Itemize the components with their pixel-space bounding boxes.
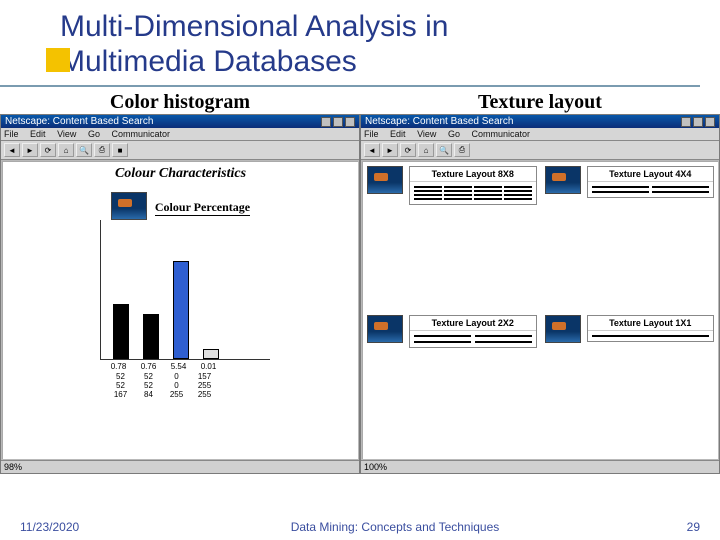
slide-title-2: Multimedia Databases xyxy=(60,45,720,80)
footer-date: 11/23/2020 xyxy=(20,520,140,534)
print-icon[interactable]: ⎙ xyxy=(454,143,470,157)
texture-panel-title-4x4: Texture Layout 4X4 xyxy=(588,167,714,182)
title-underline xyxy=(0,85,700,87)
bar-value-labels: 0.78 0.76 5.54 0.01 xyxy=(108,362,270,371)
search-icon[interactable]: 🔍 xyxy=(76,143,92,157)
minimize-button[interactable] xyxy=(321,117,331,127)
section-label-left: Color histogram xyxy=(0,91,360,114)
app-window-texture-layout: Netscape: Content Based Search File Edit… xyxy=(360,114,720,474)
query-image-thumb xyxy=(545,166,581,194)
forward-icon[interactable]: ► xyxy=(382,143,398,157)
content-heading: Colour Characteristics xyxy=(3,162,358,186)
menu-file[interactable]: File xyxy=(364,129,379,139)
texture-grid-4x4 xyxy=(592,186,710,193)
reload-icon[interactable]: ⟳ xyxy=(40,143,56,157)
texture-panel-title-1x1: Texture Layout 1X1 xyxy=(588,316,714,331)
query-image-thumb xyxy=(367,315,403,343)
page-number: 29 xyxy=(650,520,700,534)
menu-edit[interactable]: Edit xyxy=(30,129,46,139)
texture-panel-title-8x8: Texture Layout 8X8 xyxy=(410,167,536,182)
status-progress: 98% xyxy=(4,462,22,472)
menubar: File Edit View Go Communicator xyxy=(361,128,719,141)
app-window-color-histogram: Netscape: Content Based Search File Edit… xyxy=(0,114,360,474)
forward-icon[interactable]: ► xyxy=(22,143,38,157)
menu-go[interactable]: Go xyxy=(448,129,460,139)
menu-edit[interactable]: Edit xyxy=(390,129,406,139)
color-rgb-table: 52520157 52520255 16784255255 xyxy=(110,372,270,399)
texture-grid-8x8 xyxy=(414,186,532,200)
query-image-thumb xyxy=(367,166,403,194)
slide-title-1: Multi-Dimensional Analysis in xyxy=(60,10,720,45)
texture-grid-1x1 xyxy=(592,335,710,337)
texture-panel-title-2x2: Texture Layout 2X2 xyxy=(410,316,536,331)
minimize-button[interactable] xyxy=(681,117,691,127)
menu-view[interactable]: View xyxy=(57,129,76,139)
footer-caption: Data Mining: Concepts and Techniques xyxy=(140,520,650,534)
home-icon[interactable]: ⌂ xyxy=(58,143,74,157)
bar-1 xyxy=(113,304,129,359)
close-button[interactable] xyxy=(345,117,355,127)
window-title: Netscape: Content Based Search xyxy=(365,116,513,127)
window-title: Netscape: Content Based Search xyxy=(5,116,153,127)
maximize-button[interactable] xyxy=(693,117,703,127)
menu-view[interactable]: View xyxy=(417,129,436,139)
menu-communicator[interactable]: Communicator xyxy=(111,129,170,139)
toolbar: ◄ ► ⟳ ⌂ 🔍 ⎙ ■ xyxy=(1,141,359,160)
close-button[interactable] xyxy=(705,117,715,127)
stop-icon[interactable]: ■ xyxy=(112,143,128,157)
search-icon[interactable]: 🔍 xyxy=(436,143,452,157)
back-icon[interactable]: ◄ xyxy=(364,143,380,157)
menubar: File Edit View Go Communicator xyxy=(1,128,359,141)
bar-3 xyxy=(173,261,189,359)
query-image-thumb xyxy=(111,192,147,220)
home-icon[interactable]: ⌂ xyxy=(418,143,434,157)
menu-communicator[interactable]: Communicator xyxy=(471,129,530,139)
toolbar: ◄ ► ⟳ ⌂ 🔍 ⎙ xyxy=(361,141,719,160)
back-icon[interactable]: ◄ xyxy=(4,143,20,157)
print-icon[interactable]: ⎙ xyxy=(94,143,110,157)
bar-2 xyxy=(143,314,159,359)
title-accent xyxy=(46,48,70,72)
texture-grid-2x2 xyxy=(414,335,532,343)
reload-icon[interactable]: ⟳ xyxy=(400,143,416,157)
menu-go[interactable]: Go xyxy=(88,129,100,139)
section-label-right: Texture layout xyxy=(360,91,720,114)
query-image-thumb xyxy=(545,315,581,343)
menu-file[interactable]: File xyxy=(4,129,19,139)
bar-chart xyxy=(100,220,270,360)
status-progress: 100% xyxy=(364,462,387,472)
bar-4 xyxy=(203,349,219,359)
maximize-button[interactable] xyxy=(333,117,343,127)
chart-subtitle: Colour Percentage xyxy=(155,200,250,216)
